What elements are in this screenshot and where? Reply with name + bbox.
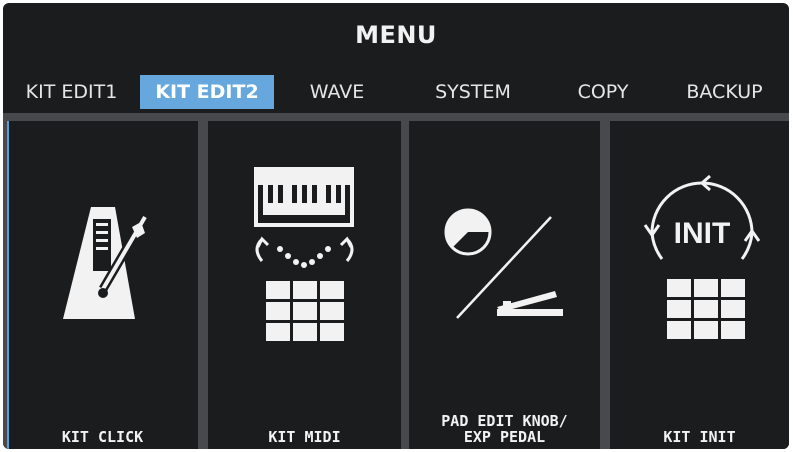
kit-click-tile[interactable]: KIT CLICK — [7, 121, 198, 449]
menu-title-bar: MENU — [3, 3, 789, 66]
menu-screen: MENU KIT EDIT1 KIT EDIT2 WAVE SYSTEM COP… — [3, 3, 789, 449]
menu-tabs: KIT EDIT1 KIT EDIT2 WAVE SYSTEM COPY BAC… — [3, 75, 789, 109]
tab-copy[interactable]: COPY — [546, 75, 660, 109]
kit-midi-label: KIT MIDI — [268, 428, 341, 446]
tab-backup[interactable]: BACKUP — [660, 75, 789, 109]
tab-kit-edit1[interactable]: KIT EDIT1 — [3, 75, 140, 109]
midi-keyboard-pads-icon — [254, 167, 354, 341]
knob-pedal-icon — [444, 208, 563, 319]
init-icon-text: INIT — [674, 217, 731, 250]
metronome-icon — [63, 207, 149, 319]
pad-edit-knob-exp-pedal-tile[interactable]: PAD EDIT KNOB/ EXP PEDAL — [409, 121, 600, 449]
page-title: MENU — [355, 20, 437, 49]
init-pads-icon: INIT — [643, 174, 761, 339]
kit-midi-tile[interactable]: KIT MIDI — [208, 121, 401, 449]
tab-system[interactable]: SYSTEM — [400, 75, 546, 109]
tab-wave[interactable]: WAVE — [274, 75, 400, 109]
tab-kit-edit2[interactable]: KIT EDIT2 — [140, 75, 274, 109]
pad-edit-knob-exp-pedal-label: PAD EDIT KNOB/ EXP PEDAL — [441, 412, 568, 446]
kit-click-label: KIT CLICK — [61, 428, 144, 446]
kit-init-tile[interactable]: INIT KIT INIT — [610, 121, 789, 449]
kit-init-label: KIT INIT — [663, 428, 736, 446]
